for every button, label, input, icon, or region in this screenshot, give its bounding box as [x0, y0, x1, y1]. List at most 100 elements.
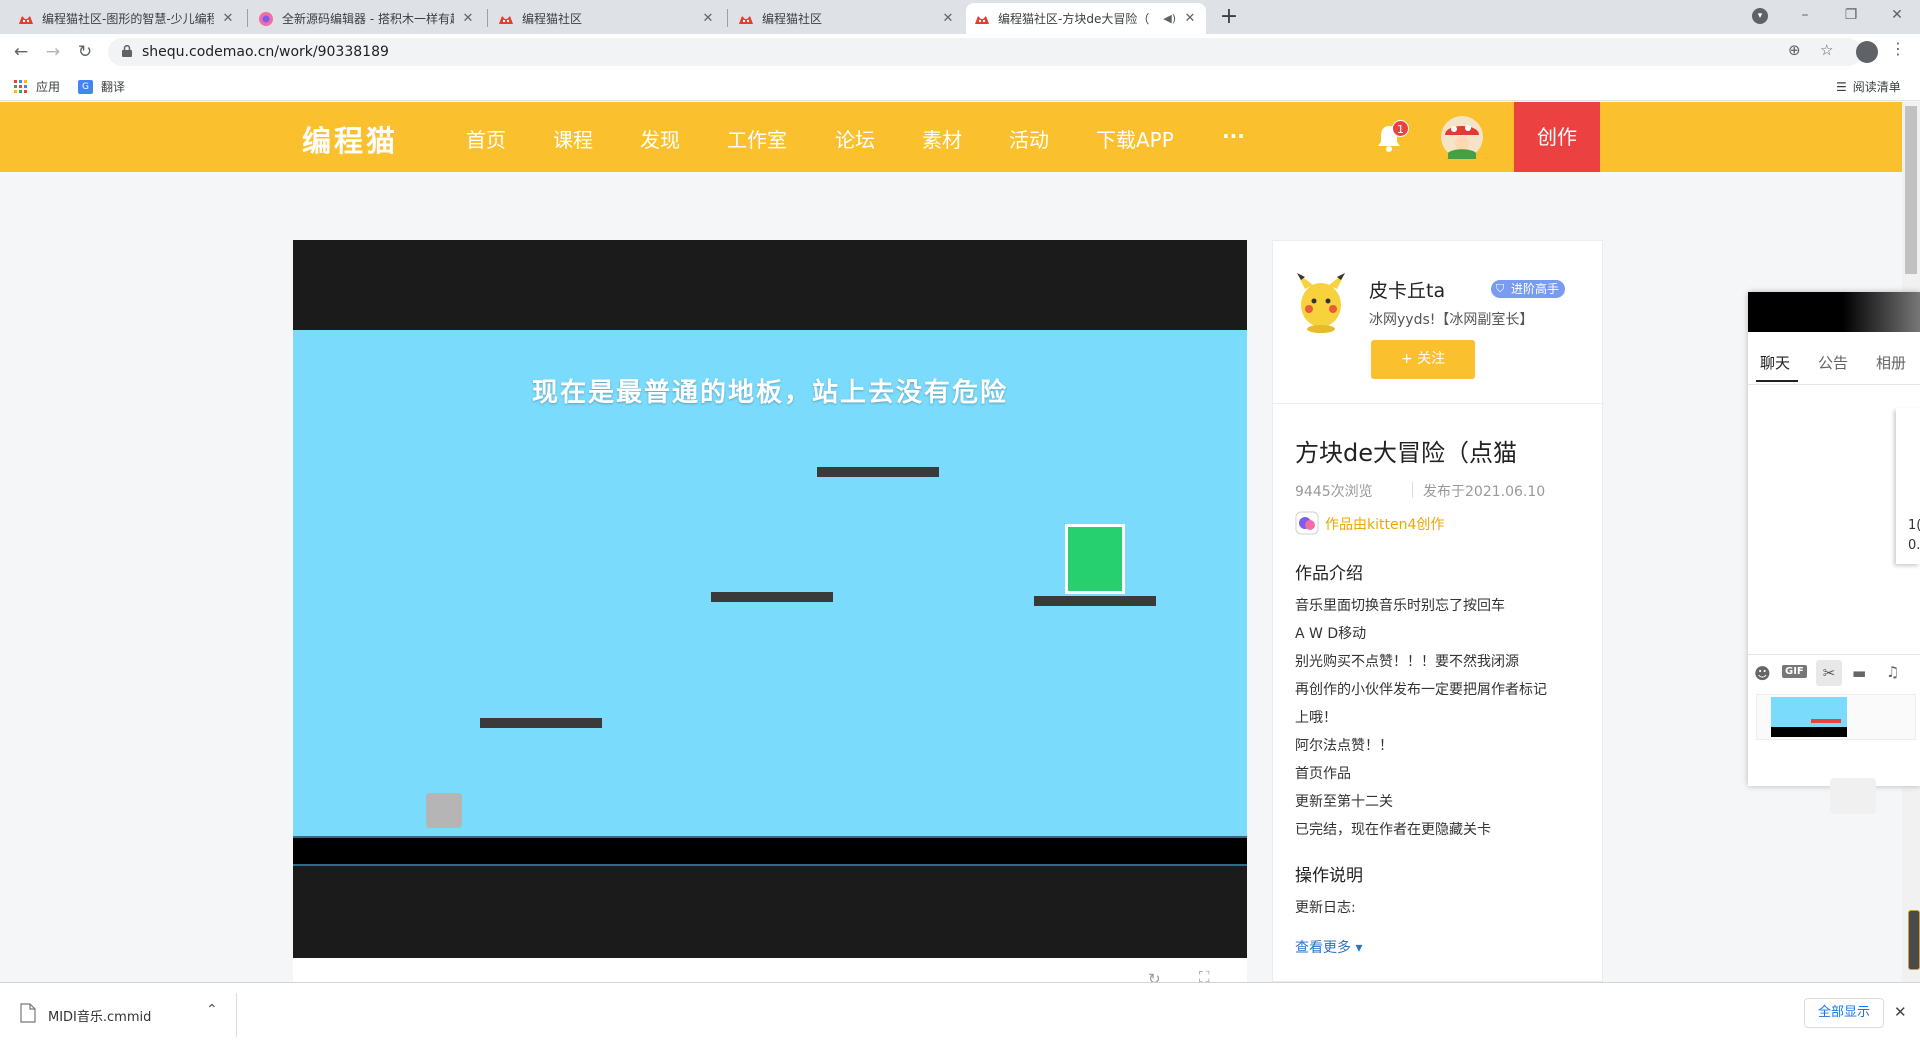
kitten-editor-icon [1295, 511, 1319, 535]
meta-divider [1412, 482, 1413, 498]
restore-icon[interactable]: ❐ [1828, 0, 1874, 30]
close-icon[interactable]: ✕ [460, 11, 476, 26]
browser-tab[interactable]: 编程猫社区-图形的智慧-少儿编程 ✕ [10, 3, 244, 34]
close-download-bar-icon[interactable]: ✕ [1894, 1003, 1907, 1021]
file-icon [20, 1003, 36, 1023]
stage-controls: ↻ ⛶ [293, 958, 1247, 988]
site-header: 编程猫 首页 课程 发现 工作室 论坛 素材 活动 下载APP ··· 1 创作 [0, 102, 1902, 172]
follow-button[interactable]: + 关注 [1371, 340, 1475, 379]
chat-side-text: 0. [1908, 538, 1920, 553]
level-badge-label: 进阶高手 [1511, 282, 1560, 296]
tab-divider [487, 9, 488, 27]
close-icon[interactable]: ✕ [940, 11, 956, 26]
tab-search-icon[interactable]: ▾ [1752, 8, 1768, 24]
nav-studio[interactable]: 工作室 [727, 124, 787, 153]
game-stage[interactable]: 现在是最普通的地板，站上去没有危险 [293, 240, 1247, 958]
chat-side-text: 1( [1908, 518, 1920, 533]
work-info-card: 皮卡丘ta ⛉ 进阶高手 冰网yyds!【冰网副室长】 + 关注 方块de大冒险… [1272, 240, 1604, 982]
nav-download-app[interactable]: 下载APP [1096, 124, 1174, 153]
translate-icon: G [78, 79, 93, 94]
intro-line: 再创作的小伙伴发布一定要把屑作者标记 [1295, 682, 1547, 698]
tab-album[interactable]: 相册 [1876, 352, 1906, 373]
see-more-link[interactable]: 查看更多 ▾ [1295, 937, 1362, 957]
site-logo[interactable]: 编程猫 [302, 118, 398, 160]
reading-list-button[interactable]: ☰ 阅读清单 [1836, 78, 1901, 95]
browser-tab[interactable]: 编程猫社区 ✕ [730, 3, 964, 34]
apps-grid-icon [14, 79, 27, 93]
avatar[interactable] [1440, 115, 1484, 159]
made-with-link[interactable]: 作品由kitten4创作 [1325, 514, 1444, 534]
reload-icon[interactable]: ↻ [74, 41, 96, 63]
music-icon[interactable]: ♫ [1886, 663, 1899, 681]
game-platform [1034, 596, 1156, 606]
intro-line: 别光购买不点赞！！！要不然我闭源 [1295, 654, 1519, 670]
gif-icon[interactable]: GIF [1782, 665, 1807, 678]
profile-icon[interactable] [1856, 41, 1878, 63]
nav-discover[interactable]: 发现 [640, 124, 680, 153]
nav-more-icon[interactable]: ··· [1222, 124, 1245, 148]
thumbnail-bar [1811, 719, 1841, 723]
browser-tab-active[interactable]: 编程猫社区-方块de大冒险（ ◀) ✕ [966, 3, 1206, 34]
author-name[interactable]: 皮卡丘ta [1369, 276, 1445, 303]
download-bar: MIDI音乐.cmmid ⌃ 全部显示 ✕ [0, 982, 1920, 1048]
game-platform [817, 467, 939, 477]
emoji-icon[interactable]: ☻ [1754, 664, 1771, 683]
forward-icon[interactable]: → [42, 41, 64, 63]
bookmark-apps[interactable]: 应用 [14, 78, 60, 95]
zoom-icon[interactable]: ⊕ [1788, 41, 1801, 59]
tab-divider [247, 9, 248, 27]
lock-icon [122, 45, 132, 57]
tab-announcement[interactable]: 公告 [1818, 352, 1848, 373]
speaker-icon[interactable]: ◀) [1163, 12, 1176, 25]
chat-panel: 聊天 公告 相册 1( 0. ☻ GIF ✂ ▬ ♫ [1748, 292, 1920, 786]
nav-courses[interactable]: 课程 [553, 124, 593, 153]
view-count: 9445次浏览 [1295, 484, 1373, 500]
scissors-icon[interactable]: ✂ [1816, 660, 1842, 686]
publish-date: 发布于2021.06.10 [1423, 484, 1546, 500]
menu-dots-icon[interactable]: ⋮ [1890, 39, 1906, 58]
browser-tab[interactable]: 编程猫社区 ✕ [490, 3, 724, 34]
nav-assets[interactable]: 素材 [922, 124, 962, 153]
nav-events[interactable]: 活动 [1009, 124, 1049, 153]
intro-line: 首页作品 [1295, 766, 1351, 782]
chevron-up-icon[interactable]: ⌃ [206, 1002, 218, 1018]
download-file-name[interactable]: MIDI音乐.cmmid [48, 1006, 151, 1025]
back-to-top-icon[interactable] [1830, 778, 1876, 814]
chat-toolbar-divider [1748, 654, 1920, 655]
close-icon[interactable]: ✕ [220, 11, 236, 26]
game-player-block [1065, 524, 1125, 594]
screenshot-thumbnail[interactable] [1756, 694, 1916, 740]
tab-chat[interactable]: 聊天 [1760, 352, 1790, 373]
codemao-favicon-icon [975, 15, 989, 24]
bookmark-translate[interactable]: G 翻译 [78, 78, 125, 95]
codemao-favicon-icon [19, 15, 33, 24]
browser-tab[interactable]: 全新源码编辑器 - 搭积木一样有趣 ✕ [250, 3, 484, 34]
intro-line: 更新至第十二关 [1295, 794, 1393, 810]
author-bio: 冰网yyds!【冰网副室长】 [1369, 312, 1534, 328]
back-icon[interactable]: ← [10, 41, 32, 63]
nav-forum[interactable]: 论坛 [835, 124, 875, 153]
thumbnail-floor [1771, 727, 1847, 737]
game-platform [711, 592, 833, 602]
game-hint-text: 现在是最普通的地板，站上去没有危险 [531, 378, 1008, 408]
create-button[interactable]: 创作 [1514, 102, 1600, 172]
side-widget[interactable] [1908, 910, 1920, 970]
notification-badge: 1 [1392, 120, 1409, 137]
author-avatar[interactable] [1293, 271, 1349, 333]
show-all-button[interactable]: 全部显示 [1804, 998, 1884, 1028]
close-icon[interactable]: ✕ [700, 11, 716, 26]
intro-line: 已完结，现在作者在更隐藏关卡 [1295, 822, 1491, 838]
work-title: 方块de大冒险（点猫 [1295, 439, 1517, 467]
bookmark-star-icon[interactable]: ☆ [1820, 41, 1833, 59]
close-icon[interactable]: ✕ [1182, 11, 1198, 26]
scrollbar-thumb[interactable] [1905, 106, 1917, 274]
ops-heading: 操作说明 [1295, 866, 1363, 886]
new-tab-button[interactable]: + [1215, 3, 1243, 31]
window-close-icon[interactable]: ✕ [1874, 0, 1920, 30]
folder-icon[interactable]: ▬ [1852, 664, 1866, 682]
minimize-icon[interactable]: – [1782, 0, 1828, 30]
address-bar[interactable]: shequ.codemao.cn/work/90338189 ⊕ ☆ [108, 38, 1862, 66]
codemao-favicon-icon [739, 15, 753, 24]
nav-home[interactable]: 首页 [466, 124, 506, 153]
tab-title: 编程猫社区 [522, 12, 583, 26]
